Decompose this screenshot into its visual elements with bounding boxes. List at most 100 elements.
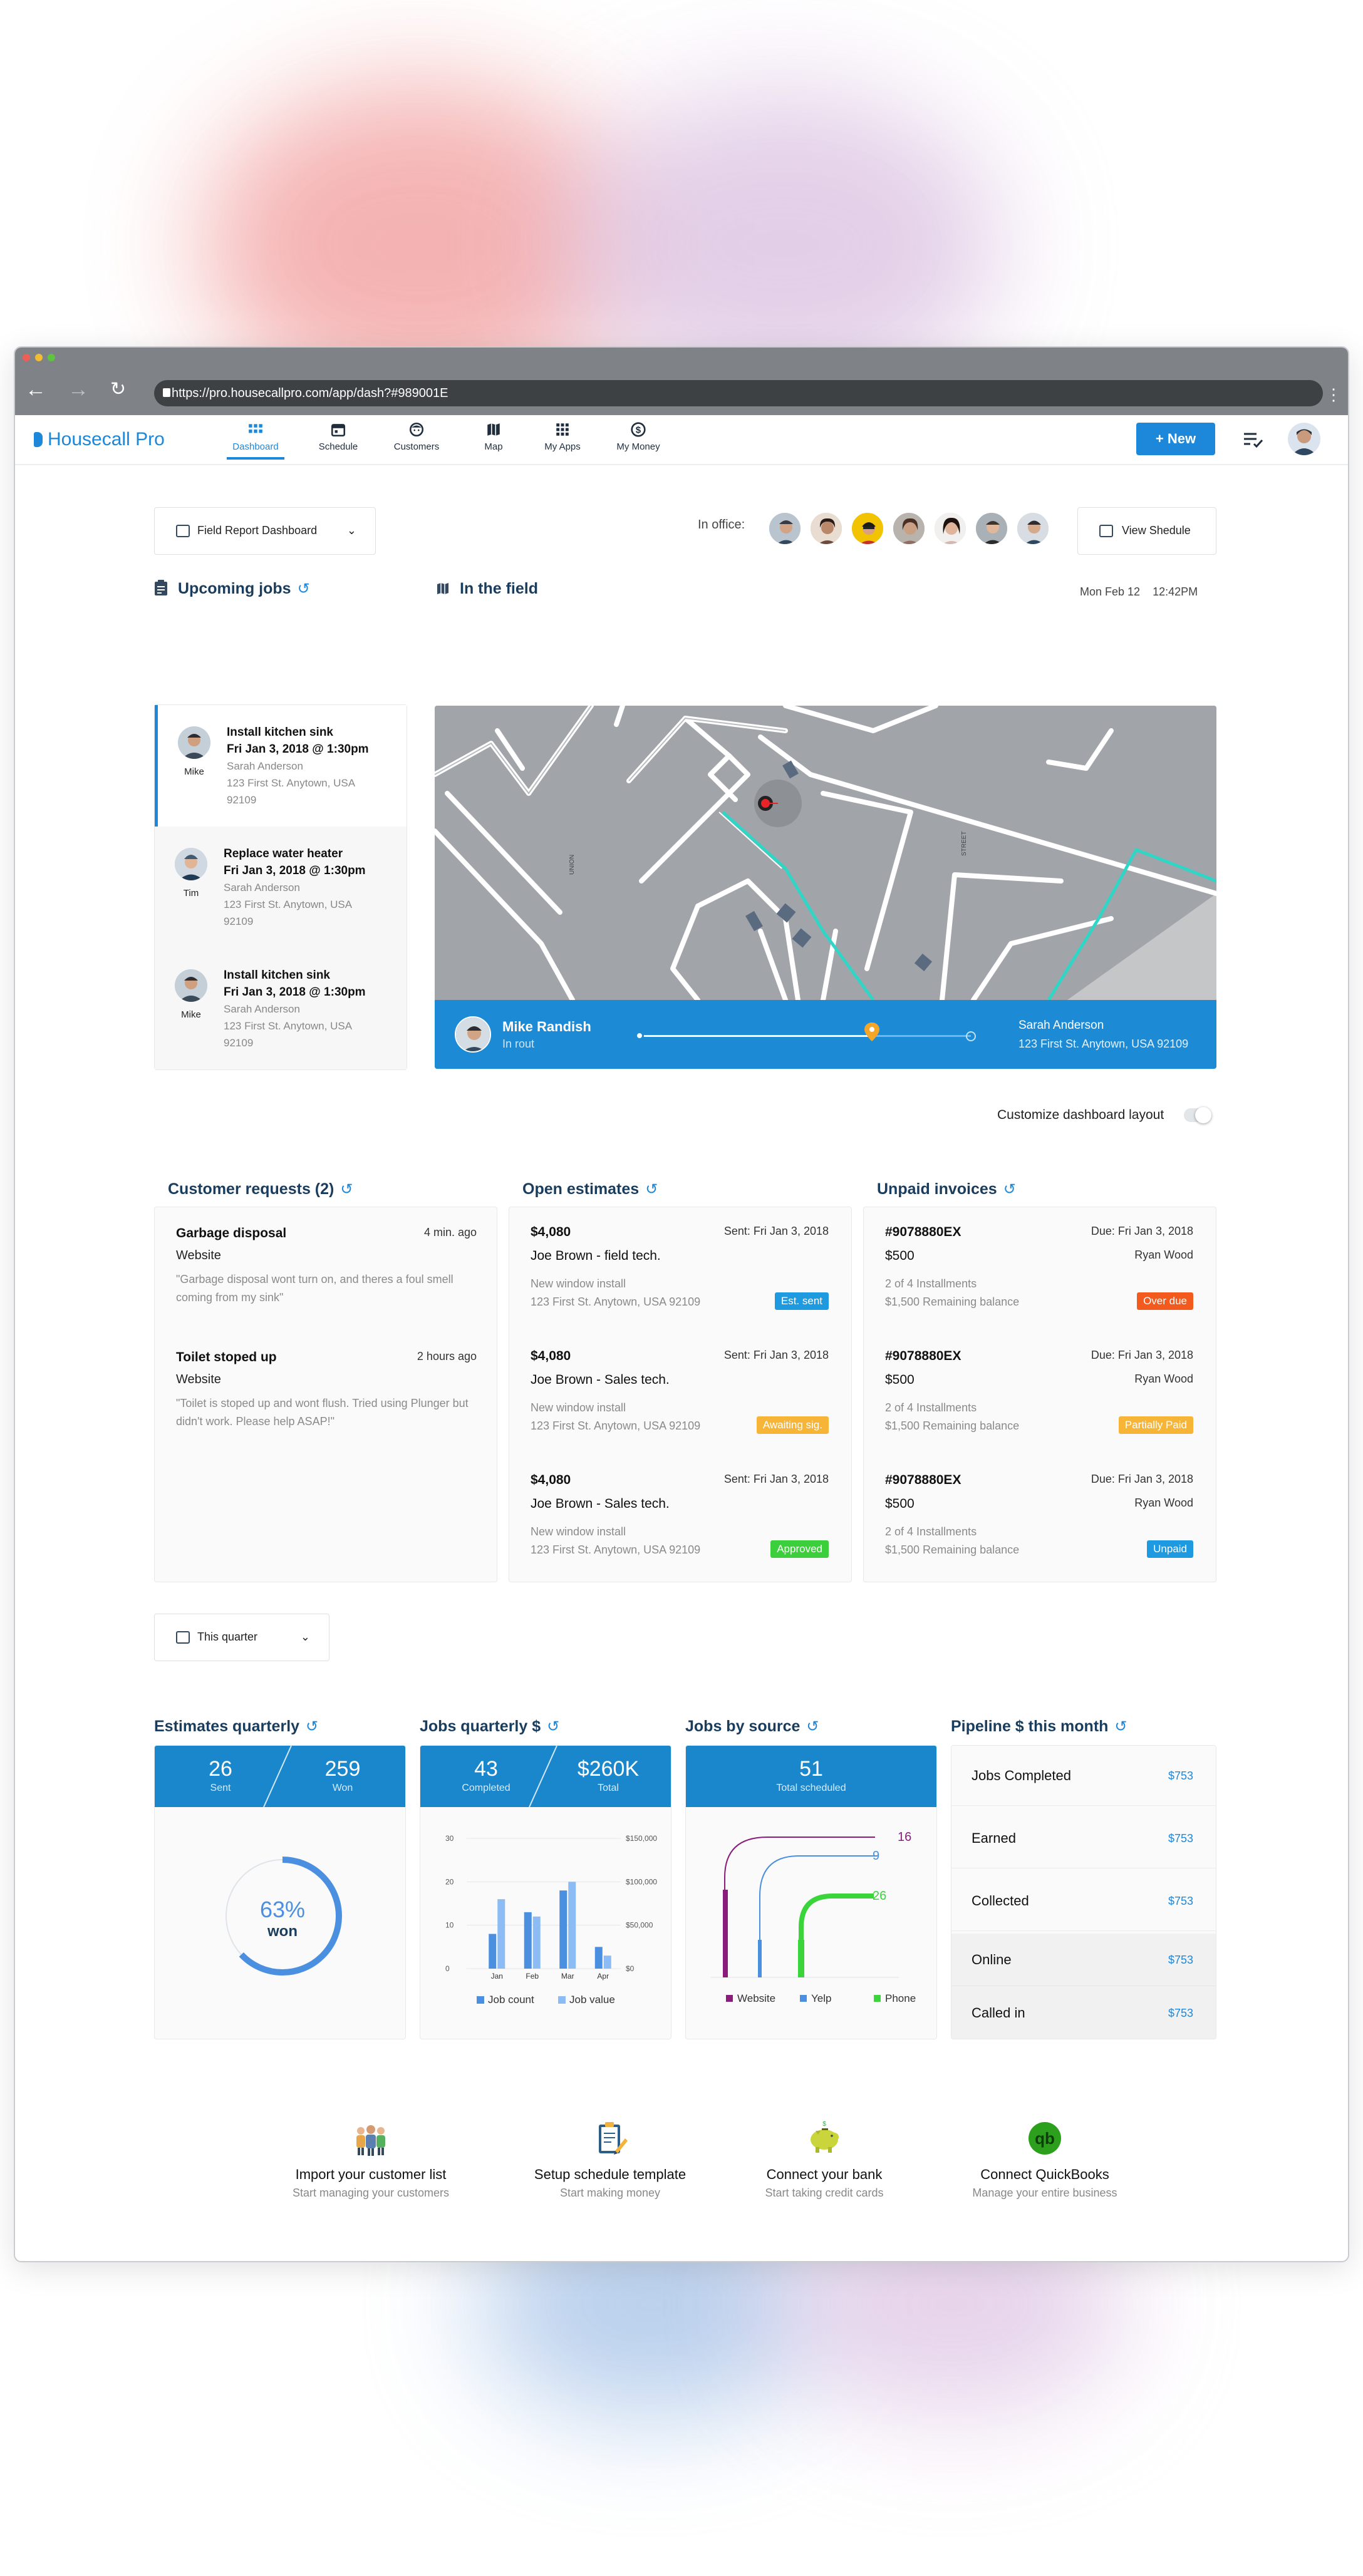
pipeline-row[interactable]: Called in $753: [951, 1986, 1216, 2039]
report-dropdown[interactable]: Field Report Dashboard ⌄: [154, 507, 376, 555]
user-avatar[interactable]: [1288, 423, 1320, 455]
map-icon: [437, 583, 448, 594]
nav-my-money[interactable]: $ My Money: [611, 421, 665, 452]
request-item[interactable]: Toilet stoped up 2 hours ago Website "Toi…: [176, 1350, 477, 1431]
in-office-label: In office:: [698, 518, 745, 532]
staff-avatar[interactable]: [892, 512, 926, 545]
upcoming-jobs-title: Upcoming jobs ↺: [154, 580, 310, 598]
x-tick-label: Jan: [491, 1972, 503, 1981]
job-item[interactable]: Tim Replace water heater Fri Jan 3, 2018 …: [155, 827, 407, 948]
onboarding-connect-quickbooks[interactable]: qb Connect QuickBooks Manage your entire…: [938, 2120, 1151, 2200]
field-map[interactable]: UNION STREET Mike Randish In rout Sarah …: [435, 706, 1216, 1069]
source-line: [799, 1893, 874, 1977]
customer-face-icon: [409, 422, 424, 437]
chevron-down-icon: ⌄: [346, 524, 356, 537]
period-dropdown[interactable]: This quarter ⌄: [154, 1614, 329, 1661]
tech-avatar: [175, 848, 207, 880]
estimates-quarterly-card[interactable]: 26 Sent 259 Won 63% won: [154, 1745, 406, 2039]
estimate-desc: New window install: [531, 1401, 626, 1414]
maximize-dot[interactable]: [48, 354, 55, 361]
piggy-bank-icon: $: [811, 2121, 839, 2153]
brand-logo[interactable]: Housecall Pro: [34, 429, 165, 450]
open-link-icon[interactable]: ↺: [306, 1718, 318, 1735]
open-link-icon[interactable]: ↺: [645, 1181, 658, 1198]
staff-avatar[interactable]: [975, 512, 1008, 545]
nav-schedule[interactable]: Schedule: [313, 421, 363, 452]
bar: [532, 1916, 541, 1969]
customize-toggle[interactable]: [1184, 1107, 1211, 1123]
nav-my-apps[interactable]: My Apps: [539, 421, 586, 452]
estimates-quarterly-header: 26 Sent 259 Won: [155, 1746, 405, 1807]
open-link-icon[interactable]: ↺: [1003, 1181, 1016, 1198]
invoice-amount: $500: [885, 1249, 915, 1263]
open-link-icon[interactable]: ↺: [547, 1718, 559, 1735]
forward-icon[interactable]: →: [68, 379, 89, 400]
open-estimates-title: Open estimates ↺: [522, 1180, 658, 1198]
staff-avatar[interactable]: [809, 512, 843, 545]
onboarding-title: Connect your bank: [766, 2166, 883, 2182]
legend-label: Job count: [488, 1994, 534, 2006]
open-link-icon[interactable]: ↺: [1114, 1718, 1127, 1735]
staff-avatar[interactable]: [851, 512, 884, 545]
nav-customers[interactable]: Customers: [390, 421, 443, 452]
in-the-field-heading: In the field: [460, 580, 538, 597]
staff-avatar[interactable]: [768, 512, 802, 545]
upcoming-jobs-list: Mike Install kitchen sink Fri Jan 3, 2018…: [154, 704, 407, 1070]
staff-avatar[interactable]: [1016, 512, 1050, 545]
staff-avatar[interactable]: [933, 512, 967, 545]
pipeline-row[interactable]: Earned $753: [951, 1808, 1216, 1868]
onboarding-schedule-template[interactable]: Setup schedule template Start making mon…: [504, 2120, 717, 2200]
pipeline-row[interactable]: Jobs Completed $753: [951, 1746, 1216, 1806]
total-value: $260K: [577, 1757, 640, 1781]
onboarding-import-customers[interactable]: Import your customer list Start managing…: [264, 2120, 477, 2200]
total-label: Total: [598, 1783, 619, 1793]
onboarding-connect-bank[interactable]: $ Connect your bank Start taking credit …: [718, 2120, 931, 2200]
jobs-quarterly-card[interactable]: 43 Completed $260K Total 0 $0 10 $50,000 20 $10…: [420, 1745, 671, 2039]
open-link-icon[interactable]: ↺: [298, 580, 310, 597]
nav-map[interactable]: Map: [475, 421, 512, 452]
status-badge: Partially Paid: [1118, 1416, 1193, 1434]
minimize-dot[interactable]: [35, 354, 43, 361]
pipeline-row[interactable]: Collected $753: [951, 1871, 1216, 1931]
job-title: Install kitchen sink Fri Jan 3, 2018 @ 1:…: [224, 969, 366, 999]
source-value: 16: [898, 1830, 911, 1844]
browser-menu-icon[interactable]: ⋮: [1325, 385, 1342, 404]
pipeline-value: $753: [1168, 2007, 1193, 2019]
invoice-item[interactable]: #9078880EX Due: Fri Jan 3, 2018 $500 Ryan …: [885, 1225, 1193, 1311]
job-item[interactable]: Mike Install kitchen sink Fri Jan 3, 2018…: [155, 948, 407, 1069]
invoice-item[interactable]: #9078880EX Due: Fri Jan 3, 2018 $500 Ryan …: [885, 1473, 1193, 1559]
bar: [568, 1882, 576, 1969]
onboarding-title: Setup schedule template: [534, 2166, 687, 2182]
reload-icon[interactable]: ↻: [110, 379, 126, 400]
total-scheduled-label: Total scheduled: [776, 1783, 846, 1793]
back-icon[interactable]: ←: [25, 379, 46, 400]
estimate-sent: Sent: Fri Jan 3, 2018: [723, 1225, 829, 1237]
open-link-icon[interactable]: ↺: [806, 1718, 819, 1735]
open-link-icon[interactable]: ↺: [340, 1181, 353, 1198]
job-title: Install kitchen sink Fri Jan 3, 2018 @ 1:…: [227, 726, 369, 756]
close-dot[interactable]: [23, 354, 30, 361]
sent-label: Sent: [210, 1783, 231, 1793]
x-tick-label: Apr: [597, 1972, 609, 1981]
pipeline-title: Pipeline $ this month ↺: [951, 1718, 1127, 1735]
pipeline-value: $753: [1168, 1895, 1193, 1907]
estimate-item[interactable]: $4,080 Sent: Fri Jan 3, 2018 Joe Brown - …: [531, 1473, 829, 1559]
request-item[interactable]: Garbage disposal 4 min. ago Website "Garb…: [176, 1226, 477, 1307]
legend-swatch: [726, 1995, 733, 2002]
estimate-item[interactable]: $4,080 Sent: Fri Jan 3, 2018 Joe Brown - …: [531, 1349, 829, 1435]
address-bar[interactable]: https://pro.housecallpro.com/app/dash?#9…: [154, 380, 1323, 406]
job-item[interactable]: Mike Install kitchen sink Fri Jan 3, 2018…: [155, 705, 407, 827]
view-schedule-button[interactable]: View Shedule: [1077, 507, 1216, 555]
new-button[interactable]: + New: [1136, 423, 1215, 455]
nav-dashboard[interactable]: Dashboard: [227, 421, 284, 460]
jobs-by-source-card[interactable]: 51 Total scheduled 16 Website 9 Yelp 26 Phone: [685, 1745, 937, 2039]
brand-name: Housecall Pro: [48, 429, 165, 450]
estimate-item[interactable]: $4,080 Sent: Fri Jan 3, 2018 Joe Brown - …: [531, 1225, 829, 1311]
bar: [489, 1934, 497, 1969]
invoice-number: #9078880EX: [885, 1225, 961, 1239]
lock-icon: [163, 388, 170, 397]
invoice-due: Due: Fri Jan 3, 2018: [1091, 1473, 1193, 1485]
invoice-item[interactable]: #9078880EX Due: Fri Jan 3, 2018 $500 Ryan …: [885, 1349, 1193, 1435]
task-list-icon[interactable]: [1243, 430, 1264, 449]
pipeline-row[interactable]: Online $753: [951, 1934, 1216, 1986]
